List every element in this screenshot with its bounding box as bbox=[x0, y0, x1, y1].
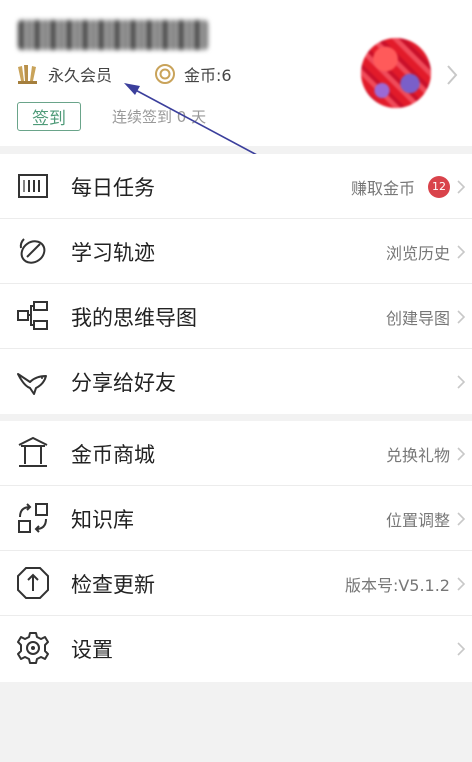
menu-item-label: 我的思维导图 bbox=[71, 305, 197, 330]
menu-item-label: 学习轨迹 bbox=[71, 240, 155, 265]
menu-item-settings[interactable]: 设置 bbox=[0, 616, 472, 681]
checkin-streak: 连续签到 0 天 bbox=[112, 108, 207, 126]
coin-icon bbox=[155, 64, 176, 84]
dove-icon bbox=[17, 373, 47, 395]
chevron-right-icon bbox=[457, 577, 466, 591]
menu-item-label: 每日任务 bbox=[71, 175, 155, 200]
coin-balance: 金币:6 bbox=[154, 62, 232, 86]
menu-item-label: 检查更新 bbox=[71, 572, 155, 597]
membership-label: 永久会员 bbox=[48, 66, 113, 85]
menu-item-detail: 版本号:V5.1.2 bbox=[344, 575, 450, 595]
profile-header[interactable]: 永久会员 金币:6 签到 连续签到 0 天 bbox=[0, 0, 472, 146]
menu-item-label: 设置 bbox=[71, 637, 113, 662]
menu-item-daily-tasks[interactable]: 每日任务 赚取金币 12 bbox=[0, 154, 472, 219]
calendar-icon bbox=[18, 174, 48, 198]
menu-item-detail: 创建导图 bbox=[385, 308, 450, 328]
membership-badge: 永久会员 bbox=[16, 62, 112, 86]
gear-icon bbox=[17, 632, 49, 664]
menu-item-share[interactable]: 分享给好友 bbox=[0, 349, 472, 414]
menu-item-detail: 位置调整 bbox=[385, 510, 450, 530]
menu-item-label: 分享给好友 bbox=[71, 370, 176, 395]
reorder-icon bbox=[18, 503, 48, 533]
menu-item-mindmap[interactable]: 我的思维导图 创建导图 bbox=[0, 284, 472, 349]
chevron-right-icon bbox=[457, 245, 466, 259]
menu-item-learning-history[interactable]: 学习轨迹 浏览历史 bbox=[0, 219, 472, 284]
menu-item-label: 知识库 bbox=[71, 507, 134, 532]
menu-group-secondary: 金币商城 兑换礼物 知识库 位置调整 检查更新 版本号:V5.1.2 设置 bbox=[0, 421, 472, 682]
chevron-right-icon bbox=[457, 512, 466, 526]
menu-item-detail: 浏览历史 bbox=[385, 243, 450, 263]
username-redacted bbox=[18, 20, 208, 50]
upload-icon bbox=[17, 567, 49, 599]
chevron-right-icon bbox=[457, 642, 466, 656]
menu-item-coin-shop[interactable]: 金币商城 兑换礼物 bbox=[0, 421, 472, 486]
menu-item-detail: 兑换礼物 bbox=[385, 445, 450, 465]
satellite-dish-icon bbox=[19, 238, 46, 264]
menu-item-check-update[interactable]: 检查更新 版本号:V5.1.2 bbox=[0, 551, 472, 616]
daily-tasks-detail: 赚取金币 bbox=[350, 178, 415, 198]
mindmap-icon bbox=[17, 301, 48, 330]
chevron-right-icon bbox=[457, 180, 466, 194]
chevron-right-icon bbox=[457, 447, 466, 461]
membership-icon bbox=[18, 65, 37, 84]
chevron-right-icon bbox=[447, 65, 458, 85]
profile-badges: 永久会员 金币:6 bbox=[16, 62, 232, 86]
menu-group-primary: 每日任务 赚取金币 12 学习轨迹 浏览历史 我的思维导图 创建导图 分享给好友 bbox=[0, 154, 472, 414]
avatar[interactable] bbox=[361, 38, 431, 108]
coin-balance-label: 金币:6 bbox=[184, 66, 232, 85]
notification-badge: 12 bbox=[428, 175, 450, 198]
chevron-right-icon bbox=[457, 310, 466, 324]
menu-item-detail: 赚取金币 12 bbox=[351, 175, 450, 199]
pavilion-icon bbox=[18, 436, 48, 467]
chevron-right-icon bbox=[457, 375, 466, 389]
menu-item-knowledge-base[interactable]: 知识库 位置调整 bbox=[0, 486, 472, 551]
checkin-button[interactable]: 签到 bbox=[17, 102, 81, 131]
menu-item-label: 金币商城 bbox=[71, 442, 155, 467]
